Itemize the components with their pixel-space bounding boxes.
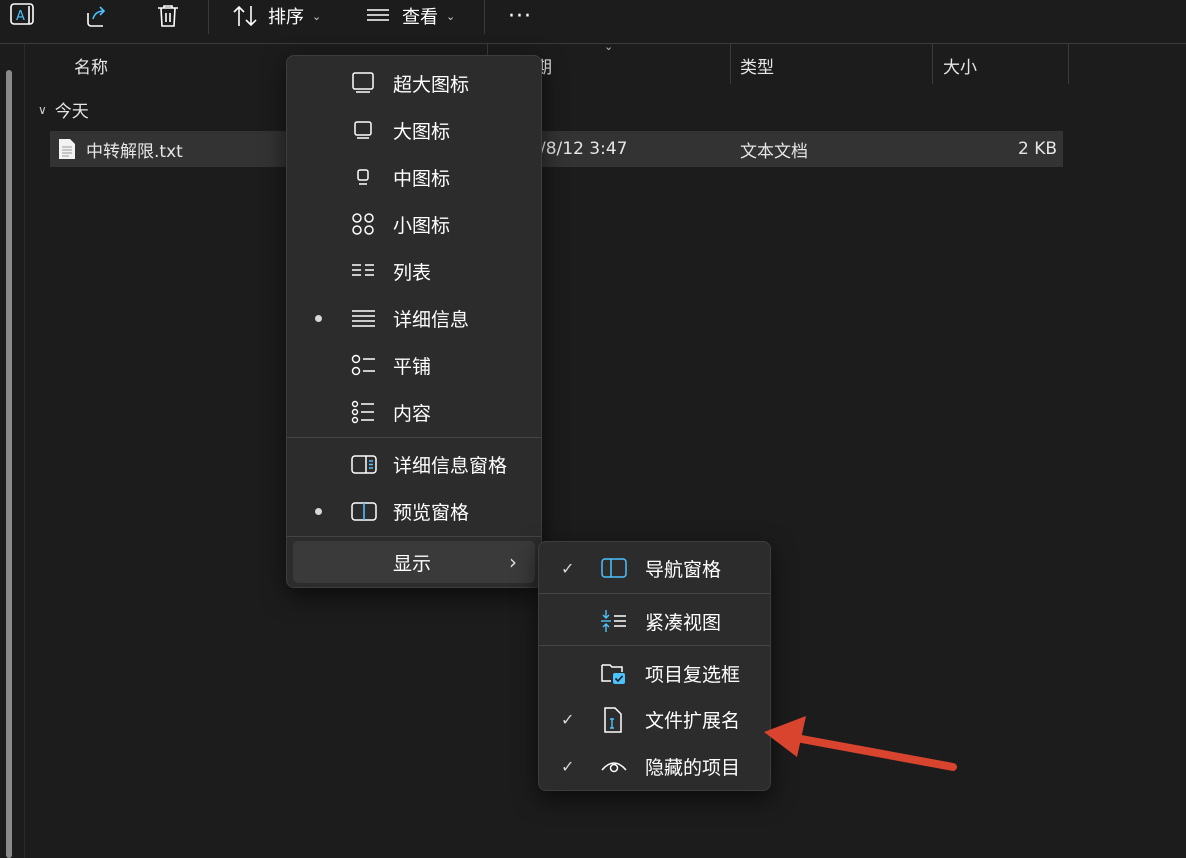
annotation-arrow-icon xyxy=(764,716,957,771)
